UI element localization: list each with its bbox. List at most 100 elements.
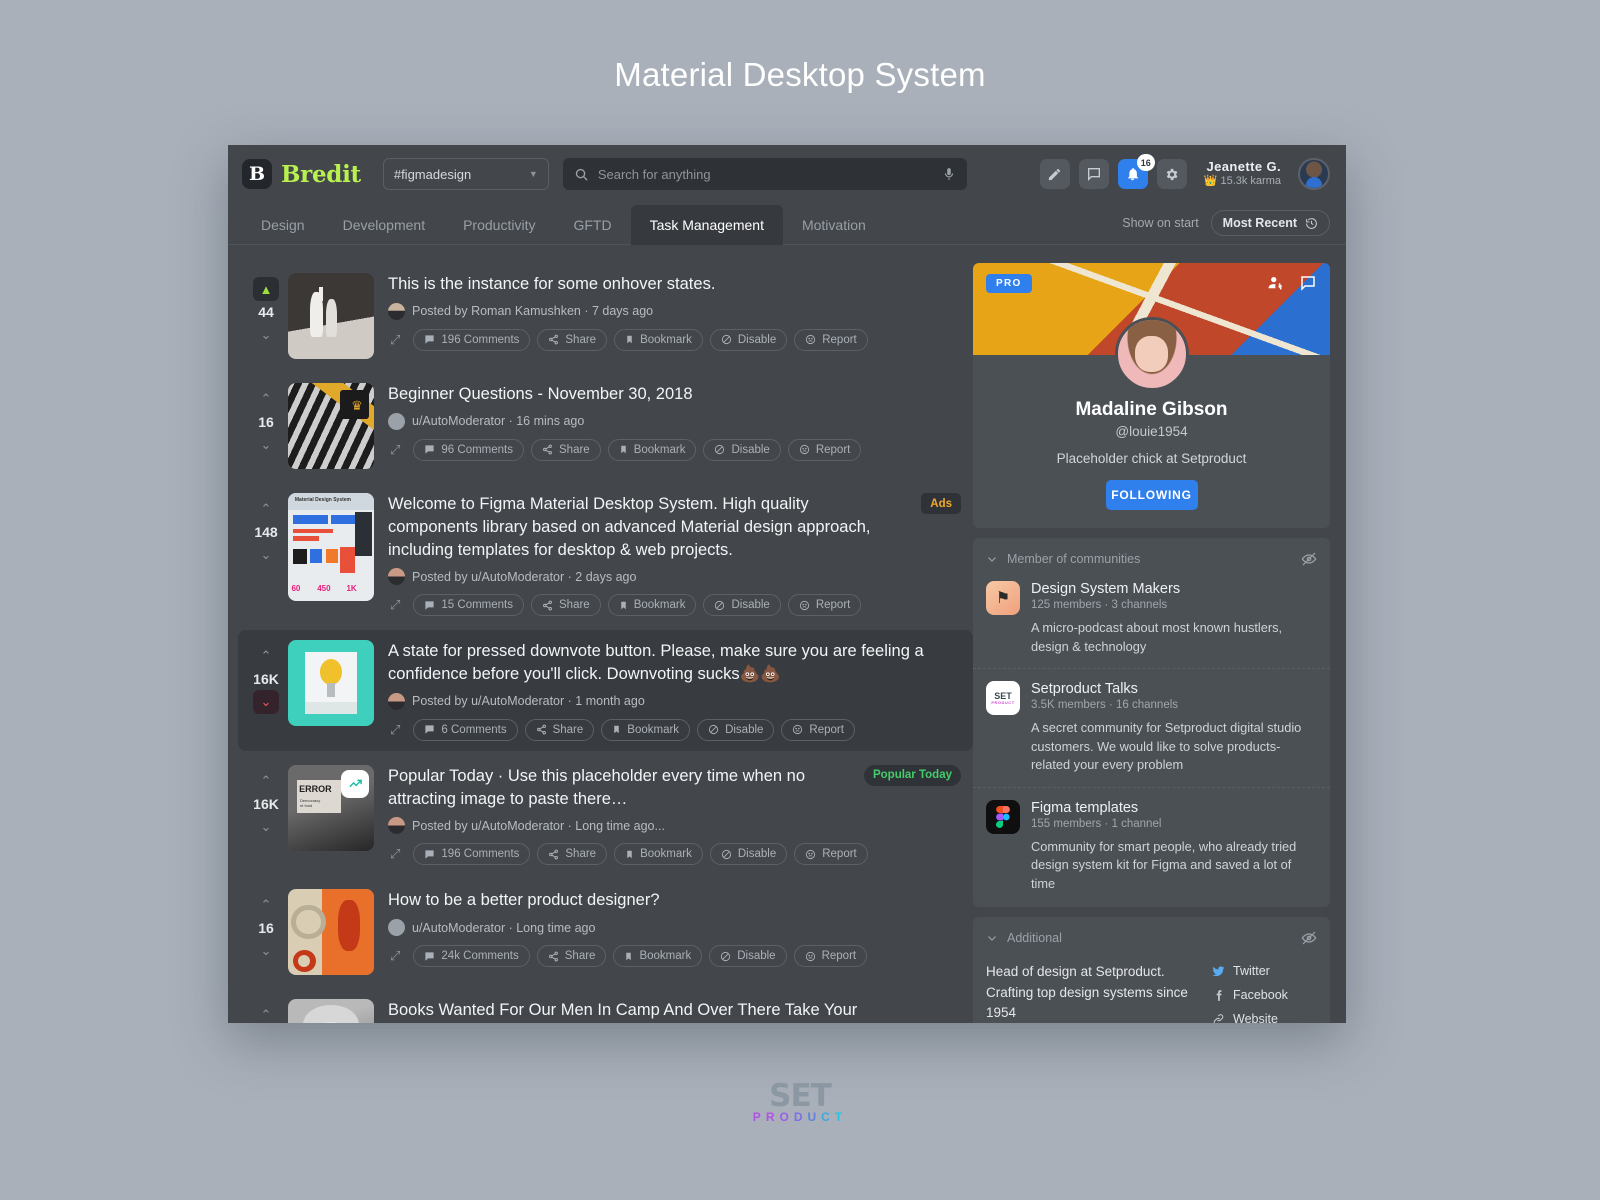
additional-header[interactable]: Additional bbox=[973, 917, 1330, 950]
post-thumbnail[interactable]: ♛ bbox=[288, 383, 374, 469]
post-title[interactable]: This is the instance for some onhover st… bbox=[388, 273, 961, 296]
avatar[interactable] bbox=[1298, 158, 1330, 190]
sort-dropdown[interactable]: Most Recent bbox=[1210, 210, 1330, 236]
tab-motivation[interactable]: Motivation bbox=[783, 205, 885, 245]
post-item[interactable]: ⌃ 16K ⌄ A state for pressed downvote but… bbox=[238, 630, 973, 751]
bookmark-button[interactable]: Bookmark bbox=[614, 843, 703, 866]
expand-icon[interactable]: ⤢ bbox=[388, 442, 406, 458]
report-button[interactable]: Report bbox=[781, 718, 855, 741]
disable-button[interactable]: Disable bbox=[709, 328, 788, 351]
upvote-button[interactable]: ⌃ bbox=[253, 1003, 279, 1023]
upvote-button[interactable]: ⌃ bbox=[253, 769, 279, 793]
post-item[interactable]: ⌃ 148 ⌄ Material Design System 60 450 1K… bbox=[238, 483, 973, 626]
hide-eye-icon[interactable] bbox=[1301, 551, 1317, 567]
bookmark-button[interactable]: Bookmark bbox=[607, 594, 697, 617]
upvote-button[interactable]: ▲ bbox=[253, 277, 279, 301]
brand-logo[interactable]: B Bredit bbox=[242, 159, 361, 189]
tab-task-management[interactable]: Task Management bbox=[630, 205, 783, 245]
communities-header[interactable]: Member of communities bbox=[973, 538, 1330, 571]
post-item[interactable]: ⌃ 16K ⌄ ERROR Democracy nt fond Popular T… bbox=[238, 755, 973, 876]
post-item[interactable]: ⌃ 16 ⌄ How to be a better product design… bbox=[238, 879, 973, 985]
disable-button[interactable]: Disable bbox=[709, 843, 788, 866]
share-button[interactable]: Share bbox=[524, 718, 595, 741]
post-thumbnail[interactable]: ERROR Democracy nt fond bbox=[288, 764, 374, 851]
comments-button[interactable]: 15 Comments bbox=[413, 594, 524, 617]
disable-button[interactable]: Disable bbox=[703, 438, 781, 461]
post-thumbnail[interactable] bbox=[288, 640, 374, 727]
post-item[interactable]: ▲ 44 ⌄ This is the instance for some onh… bbox=[238, 263, 973, 369]
upvote-button[interactable]: ⌃ bbox=[253, 387, 279, 411]
chevron-down-icon[interactable] bbox=[986, 932, 998, 944]
share-button[interactable]: Share bbox=[537, 328, 608, 351]
bookmark-button[interactable]: Bookmark bbox=[614, 328, 703, 351]
post-title[interactable]: Books Wanted For Our Men In Camp And Ove… bbox=[388, 999, 961, 1023]
user-info[interactable]: Jeanette G. 👑 15.3k karma bbox=[1204, 159, 1281, 189]
expand-icon[interactable]: ⤢ bbox=[388, 722, 406, 738]
search-input[interactable] bbox=[597, 166, 933, 182]
expand-icon[interactable]: ⤢ bbox=[388, 332, 406, 348]
comments-button[interactable]: 196 Comments bbox=[413, 328, 531, 351]
manage-user-icon[interactable] bbox=[1267, 274, 1285, 292]
downvote-button[interactable]: ⌄ bbox=[253, 433, 279, 457]
post-title[interactable]: Welcome to Figma Material Desktop System… bbox=[388, 493, 961, 561]
tab-design[interactable]: Design bbox=[242, 205, 324, 245]
notifications-button[interactable]: 16 bbox=[1117, 154, 1155, 189]
downvote-button[interactable]: ⌄ bbox=[253, 543, 279, 567]
bookmark-button[interactable]: Bookmark bbox=[613, 945, 703, 968]
following-button[interactable]: FOLLOWING bbox=[1105, 480, 1198, 510]
microphone-icon[interactable] bbox=[942, 166, 956, 182]
disable-button[interactable]: Disable bbox=[709, 945, 787, 968]
expand-icon[interactable]: ⤢ bbox=[388, 948, 406, 964]
tab-development[interactable]: Development bbox=[324, 205, 445, 245]
bookmark-button[interactable]: Bookmark bbox=[601, 718, 691, 741]
profile-avatar[interactable] bbox=[1114, 317, 1189, 391]
comments-button[interactable]: 96 Comments bbox=[413, 438, 524, 461]
upvote-button[interactable]: ⌃ bbox=[253, 893, 279, 917]
share-button[interactable]: Share bbox=[531, 594, 601, 617]
post-thumbnail[interactable] bbox=[288, 889, 374, 976]
community-item[interactable]: Figma templates 155 members · 1 channel … bbox=[973, 786, 1330, 894]
expand-icon[interactable]: ⤢ bbox=[388, 597, 406, 613]
post-title[interactable]: Beginner Questions - November 30, 2018 bbox=[388, 383, 961, 406]
share-button[interactable]: Share bbox=[537, 843, 608, 866]
tab-gftd[interactable]: GFTD bbox=[554, 205, 630, 245]
chat-icon[interactable] bbox=[1299, 274, 1317, 292]
comments-button[interactable]: 24k Comments bbox=[413, 945, 530, 968]
website-link[interactable]: Website bbox=[1212, 1012, 1317, 1023]
community-item[interactable]: ⚑ Design System Makers 125 members · 3 c… bbox=[973, 571, 1330, 656]
hide-eye-icon[interactable] bbox=[1301, 930, 1317, 946]
compose-button[interactable] bbox=[1039, 159, 1070, 189]
chevron-down-icon[interactable] bbox=[986, 553, 998, 565]
post-thumbnail[interactable]: Material Design System 60 450 1K bbox=[288, 493, 374, 601]
messages-button[interactable] bbox=[1078, 159, 1109, 189]
expand-icon[interactable]: ⤢ bbox=[388, 846, 406, 862]
downvote-button[interactable]: ⌄ bbox=[253, 939, 279, 963]
report-button[interactable]: Report bbox=[787, 438, 862, 461]
bookmark-button[interactable]: Bookmark bbox=[607, 438, 697, 461]
downvote-button[interactable]: ⌄ bbox=[253, 323, 279, 347]
downvote-button[interactable]: ⌄ bbox=[253, 815, 279, 839]
tab-productivity[interactable]: Productivity bbox=[444, 205, 554, 245]
comments-button[interactable]: 6 Comments bbox=[413, 718, 518, 741]
post-title[interactable]: How to be a better product designer? bbox=[388, 889, 961, 912]
disable-button[interactable]: Disable bbox=[697, 718, 775, 741]
post-item[interactable]: ⌃ 16 ⌄ ♛ Beginner Questions - November 3… bbox=[238, 373, 973, 479]
twitter-link[interactable]: Twitter bbox=[1212, 964, 1317, 978]
disable-button[interactable]: Disable bbox=[703, 594, 781, 617]
report-button[interactable]: Report bbox=[787, 594, 862, 617]
subreddit-select[interactable]: #figmadesign ▼ bbox=[382, 158, 549, 190]
post-thumbnail[interactable] bbox=[288, 999, 374, 1023]
comments-button[interactable]: 196 Comments bbox=[413, 843, 531, 866]
community-item[interactable]: SET PRODUCT Setproduct Talks 3.5K members… bbox=[973, 668, 1330, 775]
share-button[interactable]: Share bbox=[536, 945, 607, 968]
downvote-button[interactable]: ⌄ bbox=[253, 690, 279, 715]
facebook-link[interactable]: Facebook bbox=[1212, 988, 1317, 1002]
post-thumbnail[interactable] bbox=[288, 273, 374, 359]
upvote-button[interactable]: ⌃ bbox=[253, 644, 279, 668]
report-button[interactable]: Report bbox=[793, 945, 868, 968]
upvote-button[interactable]: ⌃ bbox=[253, 497, 279, 521]
post-item[interactable]: ⌃ 0 ⌄ Books Wanted For Our Men In Camp A… bbox=[238, 989, 973, 1023]
search-bar[interactable] bbox=[562, 158, 967, 190]
post-title[interactable]: A state for pressed downvote button. Ple… bbox=[388, 640, 961, 686]
settings-button[interactable] bbox=[1156, 159, 1187, 189]
